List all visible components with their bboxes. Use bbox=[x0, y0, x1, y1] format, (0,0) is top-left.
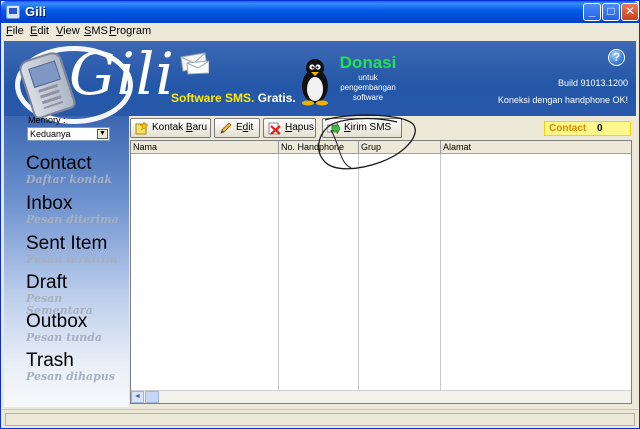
menu-edit[interactable]: Edit bbox=[30, 25, 49, 37]
scroll-thumb[interactable] bbox=[145, 391, 159, 403]
nav-contact[interactable]: Contact Daftar kontak bbox=[26, 154, 126, 186]
contact-counter-label: Contact bbox=[549, 123, 587, 134]
nav-title: Trash bbox=[26, 350, 74, 371]
help-icon[interactable]: ? bbox=[608, 49, 625, 66]
tagline-gratis: Gratis. bbox=[257, 91, 296, 105]
donasi-title[interactable]: Donasi bbox=[337, 53, 399, 73]
column-divider bbox=[278, 154, 279, 390]
send-arrow-icon bbox=[327, 122, 340, 135]
menu-bar: File Edit View SMS Program bbox=[2, 23, 638, 40]
donasi-sub-2: pengembangan bbox=[340, 83, 396, 92]
nav-inbox[interactable]: Inbox Pesan diterima bbox=[26, 194, 126, 226]
nav-title: Draft bbox=[26, 272, 68, 293]
menu-program[interactable]: Program bbox=[109, 25, 151, 37]
penguin-icon bbox=[302, 59, 328, 106]
connection-status: Koneksi dengan handphone OK! bbox=[497, 95, 628, 105]
column-header-grup[interactable]: Grup bbox=[359, 141, 441, 154]
nav-subtitle: Pesan dihapus bbox=[26, 370, 115, 383]
status-pane bbox=[5, 413, 635, 426]
nav-subtitle: Pesan terkirim bbox=[26, 253, 118, 266]
app-icon bbox=[6, 5, 20, 19]
nav-outbox[interactable]: Outbox Pesan tunda bbox=[26, 312, 126, 344]
donasi-block[interactable]: Donasi untuk pengembangan software bbox=[337, 53, 399, 103]
window-title: Gili bbox=[25, 4, 46, 19]
hapus-button[interactable]: Hapus bbox=[263, 118, 316, 138]
minimize-button[interactable]: _ bbox=[583, 3, 601, 21]
nav-subtitle: Pesan tunda bbox=[26, 331, 103, 344]
tagline-software: Software SMS. bbox=[171, 91, 255, 105]
maximize-button[interactable]: □ bbox=[602, 3, 620, 21]
menu-view[interactable]: View bbox=[56, 25, 80, 37]
delete-icon bbox=[268, 122, 281, 135]
column-divider bbox=[358, 154, 359, 390]
build-version: Build 91013.1200 bbox=[557, 78, 628, 88]
pencil-icon bbox=[220, 122, 232, 134]
memory-label: Memory : bbox=[28, 115, 66, 125]
horizontal-scrollbar[interactable]: ◄ bbox=[131, 390, 631, 403]
envelope-icon bbox=[180, 52, 209, 75]
memory-select[interactable]: Keduanya ▼ bbox=[27, 127, 110, 141]
menu-file[interactable]: File bbox=[6, 25, 24, 37]
column-divider bbox=[440, 154, 441, 390]
nav-subtitle: Daftar kontak bbox=[26, 173, 113, 186]
contact-counter-value: 0 bbox=[597, 123, 603, 134]
column-header-handphone[interactable]: No. Handphone bbox=[279, 141, 359, 154]
new-contact-icon bbox=[135, 122, 148, 135]
nav-title: Outbox bbox=[26, 311, 88, 332]
table-header: Nama No. Handphone Grup Alamat bbox=[131, 141, 631, 154]
menu-sms[interactable]: SMS bbox=[84, 25, 108, 37]
nav-sent-item[interactable]: Sent Item Pesan terkirim bbox=[26, 234, 126, 266]
nav-trash[interactable]: Trash Pesan dihapus bbox=[26, 351, 126, 383]
nav-title: Inbox bbox=[26, 193, 73, 214]
memory-value: Keduanya bbox=[30, 129, 71, 139]
nav-subtitle: Pesan diterima bbox=[26, 213, 119, 226]
title-bar[interactable]: Gili _ □ ✕ bbox=[1, 1, 639, 23]
column-header-alamat[interactable]: Alamat bbox=[441, 141, 631, 154]
scroll-left-icon[interactable]: ◄ bbox=[131, 391, 144, 403]
kirim-sms-button[interactable]: Kirim SMS bbox=[322, 118, 402, 138]
close-button[interactable]: ✕ bbox=[621, 3, 639, 21]
chevron-down-icon[interactable]: ▼ bbox=[97, 129, 108, 139]
tagline: Software SMS. Gratis. bbox=[171, 91, 296, 105]
logo-text: Gili bbox=[69, 40, 175, 108]
contact-table[interactable]: Nama No. Handphone Grup Alamat ◄ bbox=[130, 140, 632, 404]
column-header-nama[interactable]: Nama bbox=[131, 141, 279, 154]
donasi-sub-1: untuk bbox=[358, 73, 378, 82]
donasi-sub-3: software bbox=[352, 93, 384, 102]
nav-title: Sent Item bbox=[26, 233, 108, 254]
status-bar bbox=[2, 409, 638, 428]
edit-button[interactable]: Edit bbox=[214, 118, 260, 138]
contact-counter: Contact 0 bbox=[544, 121, 631, 136]
app-window: Gili _ □ ✕ File Edit View SMS Program Gi… bbox=[0, 0, 640, 429]
kontak-baru-button[interactable]: Kontak Baru bbox=[130, 118, 211, 138]
nav-title: Contact bbox=[26, 153, 92, 174]
